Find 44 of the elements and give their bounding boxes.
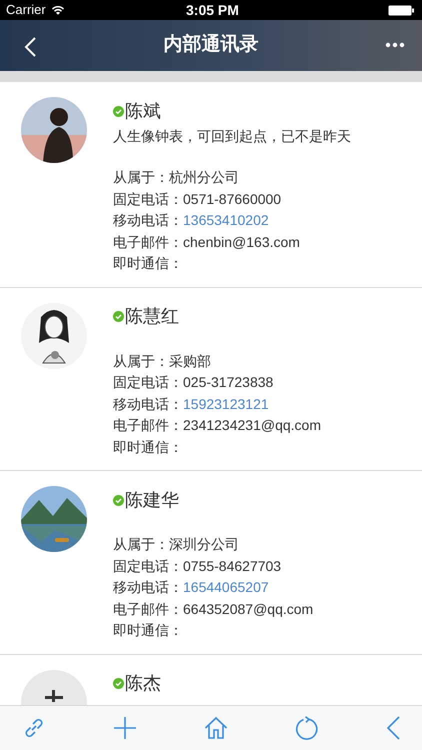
field-label: 从属于：: [113, 535, 169, 554]
field-value: 2341234231@qq.com: [183, 416, 321, 435]
field-label: 即时通信：: [113, 438, 183, 456]
contact-name: 陈斌: [125, 100, 161, 122]
phone-link[interactable]: 16544065207: [183, 577, 269, 598]
field-label: 固定电话：: [113, 190, 183, 208]
field-value: 664352087@qq.com: [183, 600, 314, 619]
field-label: 即时通信：: [113, 621, 183, 640]
contact-name: 陈建华: [125, 488, 179, 512]
field-label: 从属于：: [113, 352, 169, 370]
refresh-icon[interactable]: [295, 716, 319, 740]
field-label: 电子邮件：: [113, 416, 183, 435]
page-title: 内部通讯录: [164, 32, 258, 58]
field-label: 从属于：: [113, 168, 169, 187]
contact-card[interactable]: 陈斌 人生像钟表，可回到起点，已不是昨天 从属于：杭州分公司 固定电话：0571-87660000 移动电话：13653410202 电子邮件：chenbin@163.com 即时通信：: [0, 82, 422, 288]
field-label: 固定电话：: [113, 556, 183, 576]
phone-link[interactable]: 13653410202: [183, 210, 269, 232]
more-icon[interactable]: [385, 42, 405, 48]
field-label: 移动电话：: [113, 394, 183, 414]
field-label: 移动电话：: [113, 578, 183, 597]
wifi-icon: [50, 5, 65, 15]
phone-link[interactable]: 15923123121: [183, 394, 269, 415]
battery-icon: [388, 4, 414, 16]
field-value: 杭州分公司: [169, 168, 239, 187]
field-value: 深圳分公司: [169, 535, 239, 554]
field-value: 0755-84627703: [183, 556, 282, 576]
field-value: 0571-87660000: [183, 190, 282, 208]
add-icon[interactable]: [113, 716, 137, 740]
field-label: 电子邮件：: [113, 600, 183, 618]
home-icon[interactable]: [204, 716, 228, 740]
contact-card[interactable]: 陈慧红 从属于：采购部 固定电话：025-31723838 移动电话：15923123121 电子邮件：2341234231@qq.com 即时通信：: [0, 288, 422, 471]
contact-card[interactable]: 陈建华 从属于：深圳分公司 固定电话：0755-84627703 移动电话：16544065207 电子邮件：664352087@qq.com 即时通信：: [0, 471, 422, 654]
field-value: chenbin@163.com: [183, 232, 300, 252]
field-value: 025-31723838: [183, 373, 274, 392]
contact-motto: 人生像钟表，可回到起点，已不是昨天: [113, 127, 351, 146]
clock-label: 3:05 PM: [186, 0, 239, 20]
field-label: 电子邮件：: [113, 232, 183, 252]
carrier-label: Carrier: [6, 1, 46, 20]
field-label: 即时通信：: [113, 254, 183, 273]
field-value: 采购部: [169, 352, 211, 370]
contact-name: 陈慧红: [125, 305, 179, 328]
field-label: 固定电话：: [113, 373, 183, 392]
field-label: 移动电话：: [113, 211, 183, 230]
contact-name: 陈杰: [125, 672, 161, 695]
